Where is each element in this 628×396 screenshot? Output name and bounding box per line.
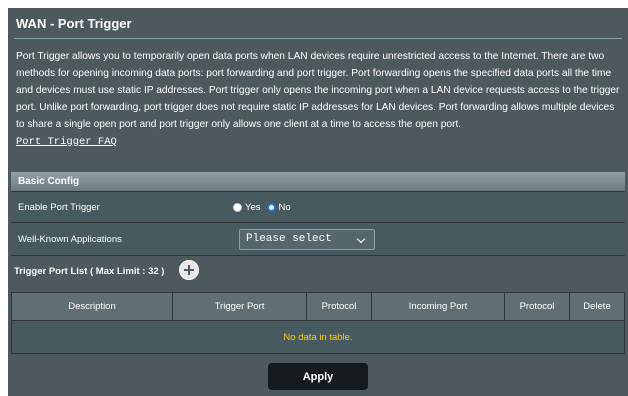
page-title: WAN - Port Trigger bbox=[16, 16, 132, 31]
well-known-applications-value: Please select bbox=[233, 223, 625, 255]
title-divider bbox=[14, 38, 622, 39]
trigger-port-table: Description Trigger Port Protocol Incomi… bbox=[11, 292, 625, 354]
no-radio-icon[interactable] bbox=[266, 202, 276, 212]
no-radio-label: No bbox=[278, 201, 291, 213]
yes-radio-label: Yes bbox=[245, 201, 261, 213]
description-text: Port Trigger allows you to temporarily o… bbox=[16, 51, 620, 130]
column-protocol: Protocol bbox=[306, 292, 372, 321]
table-row: No data in table. bbox=[11, 320, 625, 354]
yes-radio-icon[interactable] bbox=[233, 202, 242, 212]
enable-no-option[interactable]: No bbox=[266, 201, 291, 213]
chevron-down-icon bbox=[356, 234, 366, 243]
well-known-applications-select[interactable]: Please select bbox=[239, 228, 375, 250]
enable-port-trigger-options: Yes No bbox=[233, 192, 625, 222]
empty-table-message: No data in table. bbox=[11, 320, 625, 354]
enable-yes-option[interactable]: Yes bbox=[233, 202, 261, 213]
trigger-port-list-label: Trigger Port List ( Max Limit : 32 ) bbox=[14, 266, 165, 277]
port-trigger-faq-link[interactable]: Port Trigger FAQ bbox=[16, 136, 117, 148]
table-header-row: Description Trigger Port Protocol Incomi… bbox=[11, 292, 625, 321]
column-delete: Delete bbox=[569, 292, 625, 321]
page-description: Port Trigger allows you to temporarily o… bbox=[16, 48, 622, 151]
column-trigger-port: Trigger Port bbox=[172, 292, 307, 321]
select-value: Please select bbox=[246, 233, 332, 245]
apply-button[interactable]: Apply bbox=[268, 363, 368, 390]
column-description: Description bbox=[11, 292, 173, 321]
well-known-applications-label: Well-Known Applications bbox=[18, 233, 122, 245]
basic-config-header: Basic Config bbox=[11, 172, 625, 191]
well-known-applications-row: Well-Known Applications Please select bbox=[11, 223, 625, 256]
enable-port-trigger-label: Enable Port Trigger bbox=[18, 201, 100, 213]
port-trigger-panel: WAN - Port Trigger Port Trigger allows y… bbox=[8, 8, 628, 396]
column-incoming-port: Incoming Port bbox=[371, 292, 505, 321]
basic-config-section: Basic Config Enable Port Trigger Yes No … bbox=[11, 172, 625, 256]
column-protocol-2: Protocol bbox=[504, 292, 570, 321]
enable-port-trigger-row: Enable Port Trigger Yes No bbox=[11, 191, 625, 223]
add-rule-button[interactable] bbox=[179, 260, 199, 280]
